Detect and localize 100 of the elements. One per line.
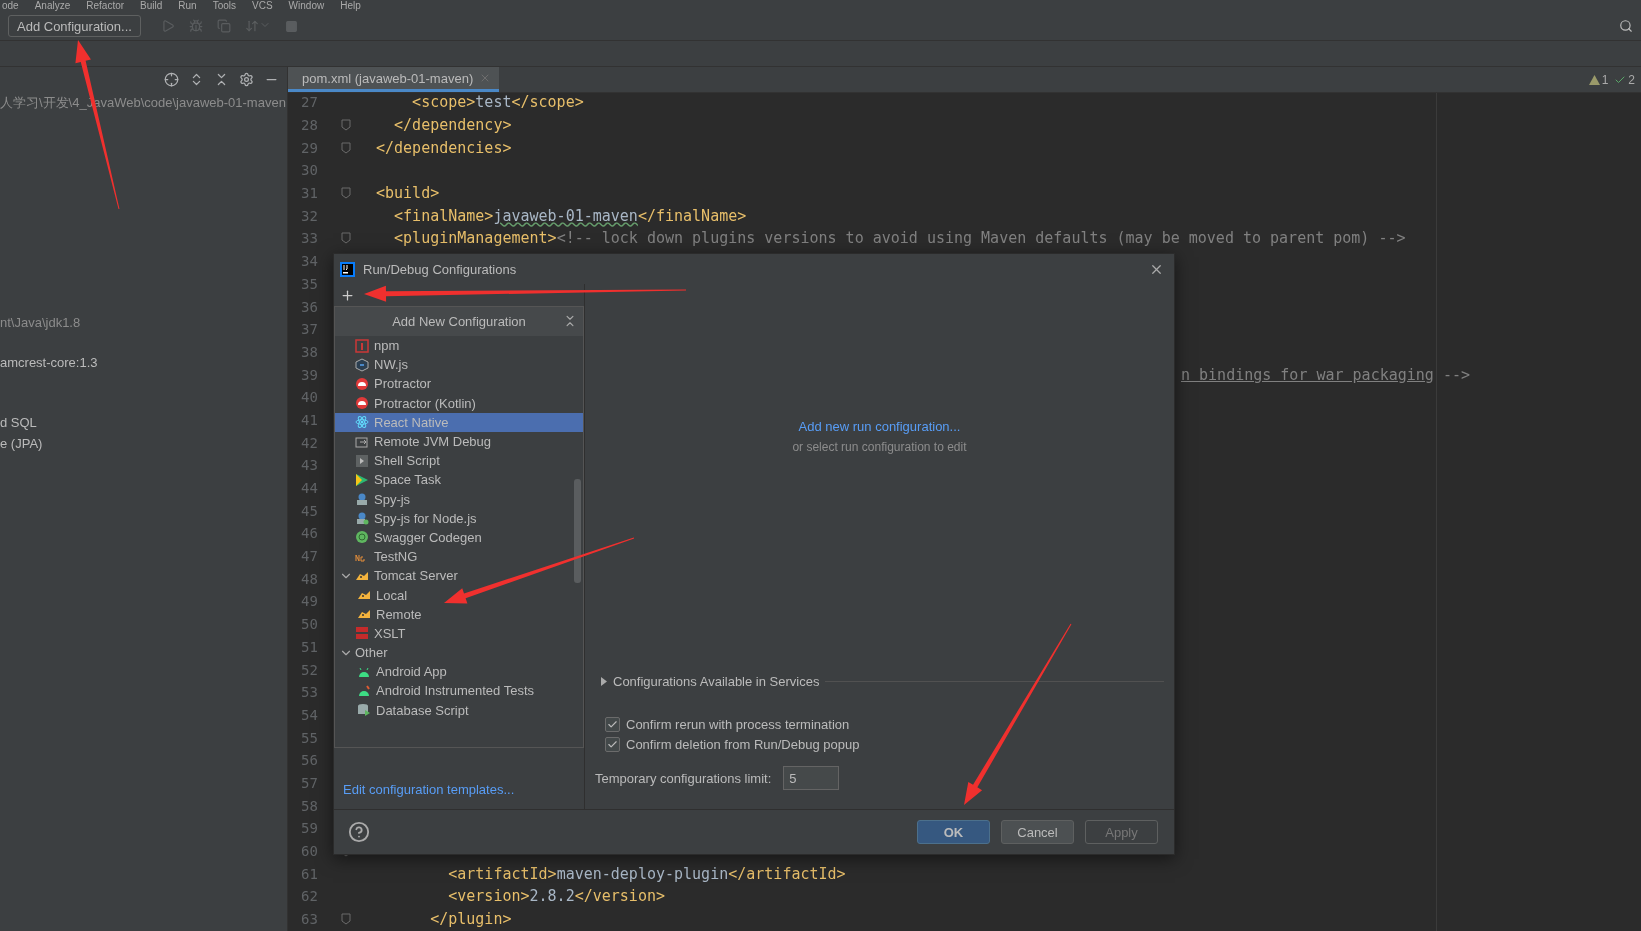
figure-icon bbox=[355, 492, 369, 507]
tree-item[interactable]: amcrest-core:1.3 bbox=[0, 353, 287, 373]
line-number: 32 bbox=[300, 207, 319, 224]
list-item[interactable]: Android Instrumented Tests bbox=[335, 681, 583, 701]
warning-count[interactable]: 1 bbox=[1588, 73, 1609, 87]
list-item[interactable]: Local bbox=[335, 585, 583, 605]
option-label: Confirm deletion from Run/Debug popup bbox=[626, 737, 860, 752]
circle-icon bbox=[355, 530, 369, 545]
line-number: 63 bbox=[300, 911, 319, 928]
list-item[interactable]: XSLT bbox=[335, 623, 583, 643]
list-item[interactable]: Remote JVM Debug bbox=[335, 431, 583, 452]
checkbox-option[interactable]: Confirm deletion from Run/Debug popup bbox=[605, 737, 1164, 752]
line-number: 39 bbox=[300, 366, 319, 383]
help-icon[interactable] bbox=[348, 821, 370, 843]
check-icon bbox=[607, 719, 618, 730]
tree-item[interactable]: nt\Java\jdk1.8 bbox=[0, 313, 287, 333]
line-number: 50 bbox=[300, 616, 319, 633]
expand-arrow-icon[interactable] bbox=[601, 677, 607, 686]
menu-item[interactable]: Run bbox=[178, 0, 197, 12]
scrollbar[interactable] bbox=[574, 479, 581, 583]
add-configuration-button[interactable]: Add Configuration... bbox=[8, 15, 141, 37]
list-item[interactable]: Protractor (Kotlin) bbox=[335, 393, 583, 413]
list-item[interactable]: Android App bbox=[335, 662, 583, 682]
list-item[interactable]: Tomcat Server bbox=[335, 566, 583, 586]
line-number: 53 bbox=[300, 684, 319, 701]
add-configuration-link[interactable]: Add new run configuration... bbox=[798, 419, 961, 434]
section-label[interactable]: Configurations Available in Services bbox=[613, 674, 820, 689]
list-item[interactable]: TestNG bbox=[335, 547, 583, 567]
line-number: 31 bbox=[300, 185, 319, 202]
line-number: 49 bbox=[300, 593, 319, 610]
fold-icon[interactable] bbox=[341, 232, 351, 245]
crosshair-icon[interactable] bbox=[164, 72, 179, 87]
fold-icon[interactable] bbox=[341, 187, 351, 200]
line-number: 29 bbox=[300, 139, 319, 156]
list-item[interactable]: Database Script bbox=[335, 700, 583, 720]
list-item[interactable]: Protractor bbox=[335, 374, 583, 394]
line-number: 60 bbox=[300, 843, 319, 860]
line-number: 55 bbox=[300, 729, 319, 746]
line-number: 52 bbox=[300, 661, 319, 678]
line-number: 34 bbox=[300, 253, 319, 270]
line-number: 36 bbox=[300, 298, 319, 315]
line-number: 59 bbox=[300, 820, 319, 837]
tree-item[interactable]: e (JPA) bbox=[0, 434, 287, 454]
list-item[interactable]: Remote bbox=[335, 604, 583, 624]
line-number: 51 bbox=[300, 638, 319, 655]
checkbox[interactable] bbox=[605, 717, 620, 732]
list-item[interactable]: NW.js bbox=[335, 355, 583, 375]
code-line: <scope>test</scope> bbox=[411, 93, 584, 112]
tree-item[interactable]: d SQL bbox=[0, 413, 287, 433]
box-icon bbox=[355, 338, 369, 353]
line-number: 43 bbox=[300, 457, 319, 474]
menu-item[interactable]: Build bbox=[140, 0, 163, 12]
dialog-title: Run/Debug Configurations bbox=[363, 261, 518, 277]
settings-icon[interactable] bbox=[239, 72, 254, 87]
menu-item[interactable]: Refactor bbox=[86, 0, 125, 12]
limit-field[interactable]: 5 bbox=[783, 766, 840, 790]
templates-link[interactable]: Edit configuration templates... bbox=[343, 782, 584, 797]
list-item[interactable]: npm bbox=[335, 336, 583, 356]
list-item[interactable]: Shell Script bbox=[335, 451, 583, 471]
line-number: 48 bbox=[300, 570, 319, 587]
typo-count[interactable]: 2 bbox=[1614, 73, 1635, 87]
search-icon[interactable] bbox=[1619, 19, 1633, 33]
collapse-icon[interactable] bbox=[563, 314, 577, 328]
check-icon bbox=[1614, 74, 1627, 86]
list-item[interactable]: Swagger Codegen bbox=[335, 527, 583, 548]
menu-item[interactable]: Help bbox=[340, 0, 361, 12]
checkbox[interactable] bbox=[605, 737, 620, 752]
line-number: 35 bbox=[300, 275, 319, 292]
editor-tab[interactable]: pom.xml (javaweb-01-maven) bbox=[288, 67, 500, 92]
android-icon bbox=[357, 683, 371, 698]
line-number: 40 bbox=[300, 389, 319, 406]
fold-icon[interactable] bbox=[341, 119, 351, 132]
dialog-button[interactable]: OK bbox=[917, 820, 990, 844]
app-icon bbox=[340, 261, 355, 277]
list-item[interactable]: Space Task bbox=[335, 470, 583, 490]
code-line: <pluginManagement><!-- lock down plugins versions to avoid using Maven defaults (may be moved to parent pom) --> bbox=[393, 229, 1406, 248]
terminal-icon bbox=[355, 453, 369, 468]
line-number: 45 bbox=[300, 502, 319, 519]
hint-text: or select run configuration to edit bbox=[792, 440, 967, 454]
list-item[interactable]: Spy-js bbox=[335, 489, 583, 509]
line-number: 61 bbox=[300, 865, 319, 882]
list-item[interactable]: Other bbox=[335, 643, 583, 663]
menu-item[interactable]: Window bbox=[288, 0, 325, 12]
menu-item[interactable]: Analyze bbox=[34, 0, 71, 12]
line-number: 46 bbox=[300, 525, 319, 542]
menu-item[interactable]: Tools bbox=[212, 0, 237, 12]
line-number: 56 bbox=[300, 752, 319, 769]
option-label: Confirm rerun with process termination bbox=[626, 717, 850, 732]
fold-icon[interactable] bbox=[341, 913, 351, 926]
checkbox-option[interactable]: Confirm rerun with process termination bbox=[605, 717, 1164, 732]
dialog-button[interactable]: Cancel bbox=[1001, 820, 1074, 844]
add-icon[interactable] bbox=[340, 287, 355, 303]
menu-item[interactable]: ode bbox=[2, 0, 19, 12]
menu-item[interactable]: VCS bbox=[252, 0, 273, 12]
line-number: 33 bbox=[300, 230, 319, 247]
figure-icon bbox=[355, 511, 369, 526]
fold-icon[interactable] bbox=[341, 141, 351, 154]
code-line: <artifactId>maven-deploy-plugin</artifactId> bbox=[447, 864, 846, 883]
list-item[interactable]: Spy-js for Node.js bbox=[335, 508, 583, 528]
code-line: </dependency> bbox=[393, 116, 512, 135]
